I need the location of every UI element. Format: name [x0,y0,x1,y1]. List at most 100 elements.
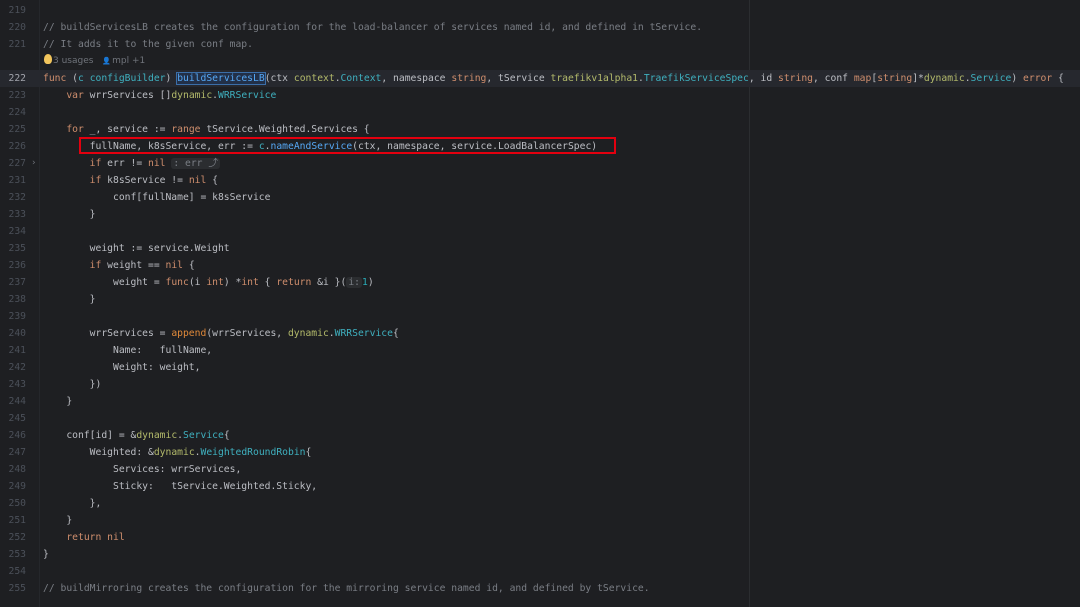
code-line[interactable]: 248 Services: wrrServices, [0,461,1080,478]
code-token: _, service := [89,124,172,135]
line-number[interactable]: 243 [0,376,27,393]
code-text: if k8sService != nil { [43,172,218,189]
author-link[interactable]: mpl +1 [112,56,145,66]
code-text: } [43,512,72,529]
line-number[interactable]: 219 [0,2,27,19]
code-line[interactable]: 247 Weighted: &dynamic.WeightedRoundRobi… [0,444,1080,461]
line-number[interactable]: 234 [0,223,27,240]
code-editor[interactable]: 219 220 // buildServicesLB creates the con… [0,2,1080,597]
line-number[interactable]: 222 [0,70,27,87]
code-text: } [43,546,49,563]
code-token: Weight: weight, [43,362,201,373]
line-number[interactable]: 244 [0,393,27,410]
code-line[interactable]: 239 [0,308,1080,325]
code-token: return [276,277,318,288]
code-line[interactable]: 219 [0,2,1080,19]
code-token: TraefikServiceSpec [643,73,749,84]
inlay-hint[interactable]: : err ⤴ [171,158,221,169]
code-token: dynamic [171,90,213,101]
code-line[interactable]: 220 // buildServicesLB creates the config… [0,19,1080,36]
line-number[interactable]: 246 [0,427,27,444]
code-text: conf[id] = &dynamic.Service{ [43,427,230,444]
code-token: dynamic [153,447,195,458]
code-lens[interactable]: 3 usages 👤 mpl +1 [43,53,145,70]
line-number[interactable]: 255 [0,580,27,597]
code-token: if [43,175,108,186]
highlight-annotation-box [79,137,616,154]
code-line[interactable]: 244 } [0,393,1080,410]
code-line[interactable]: 225 for _, service := range tService.Wei… [0,121,1080,138]
code-line[interactable]: 227 › if err != nil : err ⤴ [0,155,1080,172]
line-number[interactable]: 254 [0,563,27,580]
line-number[interactable]: 253 [0,546,27,563]
code-text: var wrrServices []dynamic.WRRService [43,87,276,104]
code-line[interactable]: 234 [0,223,1080,240]
code-line[interactable]: 252 return nil [0,529,1080,546]
code-token: , conf [813,73,854,84]
code-line[interactable]: 243 }) [0,376,1080,393]
code-line[interactable]: 245 [0,410,1080,427]
code-line[interactable]: 224 [0,104,1080,121]
line-number[interactable]: 225 [0,121,27,138]
line-number[interactable]: 224 [0,104,27,121]
code-line[interactable]: 223 var wrrServices []dynamic.WRRService [0,87,1080,104]
line-number[interactable]: 232 [0,189,27,206]
code-token: traefikv1alpha1 [550,73,639,84]
code-line[interactable]: 251 } [0,512,1080,529]
code-line[interactable]: 222 func (c configBuilder) buildServicesL… [0,70,1080,87]
line-number[interactable]: 242 [0,359,27,376]
code-token: configBuilder [89,73,166,84]
fold-chevron-icon[interactable]: › [31,155,36,172]
code-text: Weighted: &dynamic.WeightedRoundRobin{ [43,444,312,461]
code-line[interactable]: 233 } [0,206,1080,223]
line-number[interactable]: 239 [0,308,27,325]
line-number[interactable]: 248 [0,461,27,478]
line-number[interactable]: 223 [0,87,27,104]
code-line[interactable]: 235 weight := service.Weight [0,240,1080,257]
line-number[interactable]: 249 [0,478,27,495]
code-line[interactable]: 242 Weight: weight, [0,359,1080,376]
code-token: var [43,90,90,101]
code-line[interactable]: 231 if k8sService != nil { [0,172,1080,189]
line-number[interactable]: 231 [0,172,27,189]
inlay-hint[interactable]: i: [346,277,362,288]
code-lens-row[interactable]: 3 usages 👤 mpl +1 [0,53,1080,70]
code-token: { [223,430,230,441]
code-token: { [392,328,399,339]
line-number[interactable]: 241 [0,342,27,359]
line-number[interactable]: 220 [0,19,27,36]
code-line[interactable]: 254 [0,563,1080,580]
code-token: Service [970,73,1012,84]
line-number[interactable]: 233 [0,206,27,223]
line-number[interactable]: 245 [0,410,27,427]
code-line[interactable]: 249 Sticky: tService.Weighted.Sticky, [0,478,1080,495]
line-number[interactable]: 236 [0,257,27,274]
line-number[interactable]: 226 [0,138,27,155]
code-line[interactable]: 238 } [0,291,1080,308]
code-line[interactable]: 232 conf[fullName] = k8sService [0,189,1080,206]
line-number[interactable]: 252 [0,529,27,546]
line-number[interactable]: 238 [0,291,27,308]
line-number[interactable]: 247 [0,444,27,461]
code-line[interactable]: 221 // It adds it to the given conf map. [0,36,1080,53]
code-text: func (c configBuilder) buildServicesLB(c… [43,70,1064,87]
usages-link[interactable]: 3 usages [53,56,93,66]
code-line[interactable]: 241 Name: fullName, [0,342,1080,359]
line-number[interactable]: 251 [0,512,27,529]
lightbulb-icon[interactable] [44,54,52,64]
line-number[interactable]: 221 [0,36,27,53]
code-token: } [43,515,73,526]
code-line[interactable]: 253} [0,546,1080,563]
line-number[interactable]: 227 [0,155,27,172]
line-number[interactable]: 250 [0,495,27,512]
code-line[interactable]: 236 if weight == nil { [0,257,1080,274]
line-number[interactable]: 237 [0,274,27,291]
code-line[interactable]: 240 wrrServices = append(wrrServices, dy… [0,325,1080,342]
code-text: Services: wrrServices, [43,461,241,478]
line-number[interactable]: 240 [0,325,27,342]
line-number[interactable]: 235 [0,240,27,257]
code-line[interactable]: 246 conf[id] = &dynamic.Service{ [0,427,1080,444]
code-line[interactable]: 255 // buildMirroring creates the configu… [0,580,1080,597]
code-line[interactable]: 237 weight = func(i int) *int { return &… [0,274,1080,291]
code-line[interactable]: 250 }, [0,495,1080,512]
